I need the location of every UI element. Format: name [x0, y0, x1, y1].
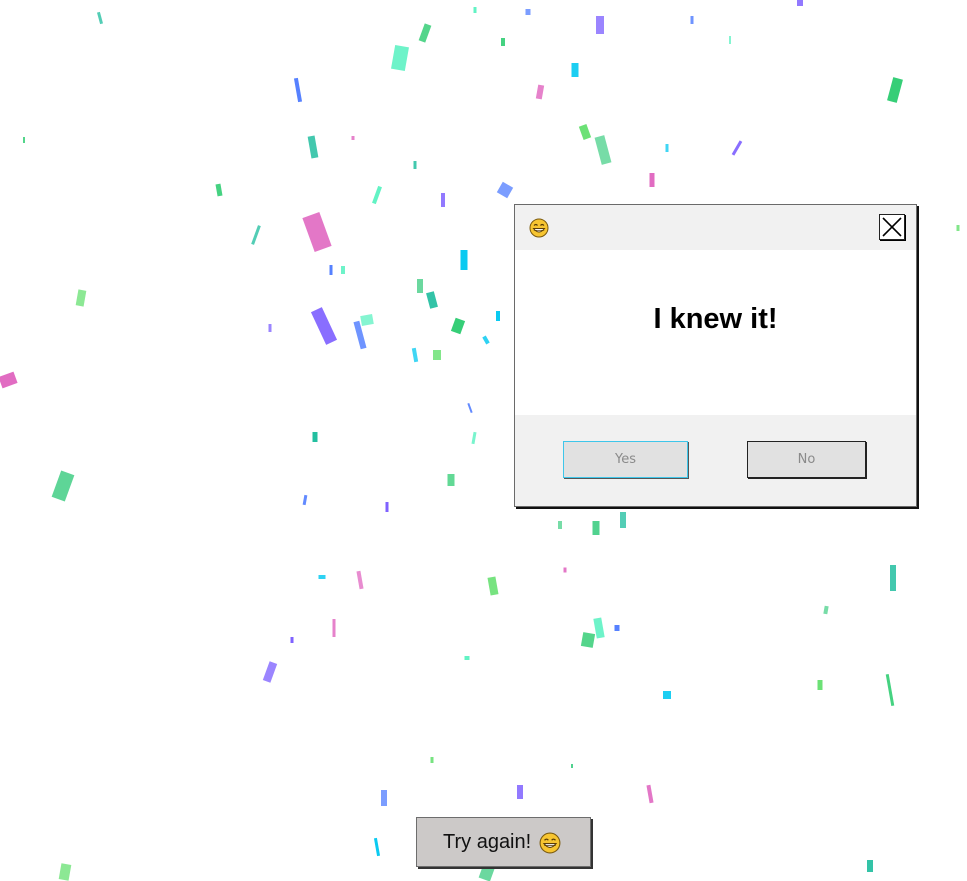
confetti-piece — [464, 656, 470, 660]
confetti-piece — [646, 784, 654, 804]
confetti-piece — [430, 757, 434, 763]
dialog-titlebar — [515, 205, 916, 250]
confirmation-dialog: I knew it! Yes No — [514, 204, 917, 507]
confetti-piece — [594, 135, 612, 165]
confetti-piece — [441, 193, 445, 207]
confetti-piece — [571, 764, 573, 768]
close-button[interactable] — [879, 214, 905, 240]
confetti-piece — [596, 16, 604, 34]
confetti-piece — [447, 474, 455, 486]
confetti-piece — [496, 181, 514, 199]
dialog-body: I knew it! — [515, 250, 916, 415]
confetti-piece — [96, 11, 104, 25]
confetti-piece — [620, 512, 626, 528]
confetti-piece — [731, 140, 743, 156]
confetti-piece — [665, 144, 669, 152]
confetti-piece — [332, 619, 336, 637]
confetti-piece — [956, 225, 960, 231]
close-icon — [882, 217, 902, 237]
confetti-piece — [885, 673, 895, 707]
confetti-piece — [329, 265, 333, 275]
confetti-piece — [473, 7, 477, 13]
confetti-piece — [356, 570, 364, 590]
confetti-piece — [460, 250, 468, 270]
confetti-piece — [867, 860, 873, 872]
confetti-piece — [318, 575, 326, 579]
confetti-piece — [75, 289, 87, 307]
confetti-piece — [535, 84, 545, 100]
confetti-piece — [887, 77, 903, 103]
confetti-piece — [729, 36, 731, 44]
confetti-piece — [302, 212, 332, 252]
grinning-face-icon — [539, 832, 561, 854]
confetti-piece — [487, 576, 499, 596]
confetti-piece — [426, 291, 438, 309]
confetti-piece — [58, 863, 72, 881]
confetti-piece — [467, 402, 473, 414]
confetti-piece — [360, 314, 374, 326]
confetti-piece — [351, 136, 355, 140]
confetti-piece — [302, 494, 308, 506]
confetti-piece — [215, 183, 223, 197]
confetti-piece — [372, 185, 382, 205]
dialog-message: I knew it! — [653, 303, 778, 335]
confetti-piece — [496, 311, 500, 321]
confetti-piece — [525, 9, 531, 15]
confetti-piece — [417, 279, 423, 293]
confetti-piece — [482, 335, 490, 345]
confetti-piece — [823, 605, 829, 615]
confetti-piece — [558, 521, 562, 529]
confetti-piece — [293, 77, 303, 103]
confetti-piece — [391, 44, 409, 72]
confetti-piece — [890, 565, 896, 591]
dialog-footer: Yes No — [515, 415, 916, 506]
confetti-piece — [310, 307, 338, 345]
confetti-piece — [433, 350, 441, 360]
confetti-piece — [663, 691, 671, 699]
confetti-piece — [385, 502, 389, 512]
confetti-piece — [0, 371, 18, 389]
confetti-piece — [262, 661, 278, 683]
confetti-piece — [381, 790, 387, 806]
confetti-piece — [51, 470, 75, 502]
try-again-button[interactable]: Try again! — [416, 817, 591, 867]
confetti-piece — [817, 680, 823, 690]
confetti-piece — [312, 432, 318, 442]
confetti-piece — [23, 137, 25, 143]
confetti-piece — [649, 173, 655, 187]
grinning-face-icon — [529, 218, 549, 238]
confetti-piece — [580, 632, 596, 648]
confetti-piece — [290, 637, 294, 643]
confetti-piece — [450, 317, 466, 335]
confetti-piece — [797, 0, 803, 6]
confetti-piece — [341, 266, 345, 274]
confetti-piece — [571, 63, 579, 77]
confetti-piece — [593, 617, 605, 639]
confetti-piece — [411, 347, 419, 363]
yes-button[interactable]: Yes — [563, 441, 688, 478]
try-again-label: Try again! — [443, 831, 532, 853]
confetti-piece — [413, 161, 417, 169]
confetti-piece — [471, 431, 477, 445]
confetti-piece — [592, 521, 600, 535]
confetti-piece — [307, 135, 319, 159]
confetti-piece — [578, 124, 592, 140]
confetti-piece — [268, 324, 272, 332]
confetti-piece — [373, 837, 381, 857]
confetti-piece — [517, 785, 523, 799]
no-button[interactable]: No — [747, 441, 866, 478]
confetti-piece — [251, 225, 261, 245]
confetti-piece — [501, 38, 505, 46]
confetti-piece — [614, 625, 620, 631]
confetti-piece — [690, 16, 694, 24]
confetti-piece — [418, 23, 432, 43]
confetti-piece — [563, 567, 567, 573]
